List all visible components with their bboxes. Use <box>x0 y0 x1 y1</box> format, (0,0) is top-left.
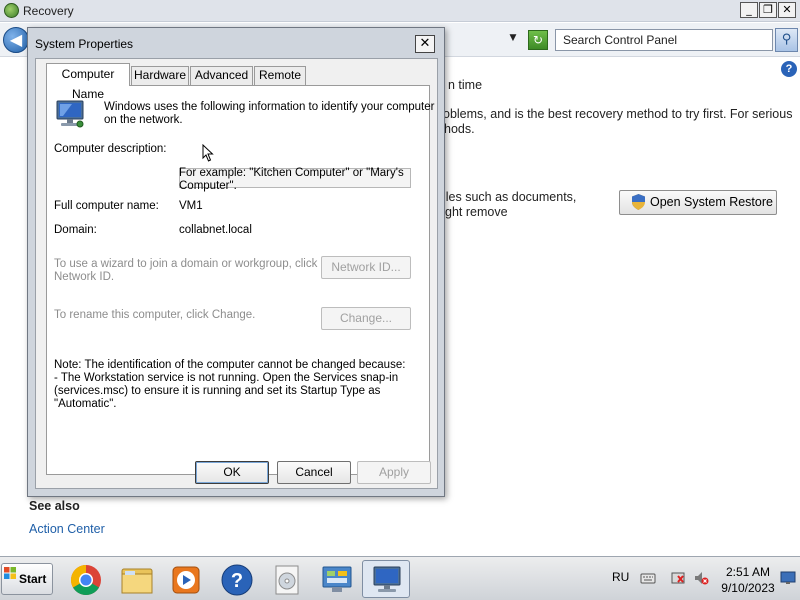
network-id-description: To use a wizard to join a domain or work… <box>54 258 318 270</box>
ok-button[interactable]: OK <box>195 461 269 484</box>
clock-time[interactable]: 2:51 AM <box>722 565 774 579</box>
search-icon[interactable]: ⚲ <box>775 28 798 52</box>
control-panel-icon[interactable] <box>312 560 360 598</box>
rename-description: To rename this computer, click Change. <box>54 309 256 321</box>
refresh-icon[interactable]: ↻ <box>528 30 548 50</box>
example-text: For example: "Kitchen Computer" or "Mary… <box>179 167 404 179</box>
action-center-flag-icon[interactable] <box>670 570 686 586</box>
example-text: Computer". <box>179 180 237 192</box>
uac-shield-icon <box>632 194 645 210</box>
close-button[interactable]: ✕ <box>778 2 796 18</box>
network-id-description: Network ID. <box>54 271 115 283</box>
tab-hardware[interactable]: Hardware <box>131 66 189 85</box>
search-input[interactable]: Search Control Panel <box>555 29 773 51</box>
keyboard-icon[interactable] <box>640 570 656 586</box>
help-support-icon[interactable]: ? <box>212 560 260 598</box>
media-player-icon[interactable] <box>161 560 209 598</box>
domain-label: Domain: <box>54 224 97 236</box>
clock-date[interactable]: 9/10/2023 <box>718 581 778 595</box>
dialog-title: System Properties <box>35 37 134 51</box>
tab-computer-name[interactable]: Computer Name <box>46 63 130 101</box>
help-icon[interactable]: ? <box>781 61 797 77</box>
recovery-text-line: ght remove <box>445 205 508 219</box>
intro-text: Windows uses the following information t… <box>104 101 435 113</box>
system-properties-icon[interactable] <box>362 560 410 598</box>
file-explorer-icon[interactable] <box>112 560 160 598</box>
tab-remote[interactable]: Remote <box>254 66 306 85</box>
network-id-button[interactable]: Network ID... <box>321 256 411 279</box>
see-also-heading: See also <box>29 499 80 513</box>
back-arrow-icon[interactable]: ◀ <box>3 27 29 53</box>
chevron-down-icon[interactable]: ▼ <box>507 33 519 45</box>
computer-description-label: Computer description: <box>54 143 167 155</box>
intro-text: on the network. <box>104 114 183 126</box>
full-computer-name-label: Full computer name: <box>54 200 159 212</box>
svg-text:?: ? <box>231 570 243 592</box>
note-text: "Automatic". <box>54 398 117 410</box>
recovery-text-line: iles such as documents, <box>443 190 577 204</box>
windows-logo-icon <box>4 567 16 579</box>
taskbar: Start ? RU 2:51 AM 9/10/2023 <box>0 556 800 600</box>
disc-icon[interactable] <box>262 560 310 598</box>
apply-button[interactable]: Apply <box>357 461 431 484</box>
dialog-body: Computer Name Hardware Advanced Remote W… <box>35 58 438 489</box>
recovery-text-line: oblems, and is the best recovery method … <box>443 107 793 121</box>
recovery-title-bar: Recovery _ ❐ ✕ <box>0 0 800 22</box>
note-text: - The Workstation service is not running… <box>54 372 399 384</box>
window-title: Recovery <box>23 4 74 18</box>
recovery-text-line: hods. <box>444 122 475 136</box>
full-computer-name-value: VM1 <box>179 200 203 212</box>
recovery-icon <box>4 3 19 18</box>
recovery-text-line: n time <box>448 78 483 92</box>
note-text: Note: The identification of the computer… <box>54 359 406 371</box>
domain-value: collabnet.local <box>179 224 252 236</box>
change-button[interactable]: Change... <box>321 307 411 330</box>
mouse-pointer-icon <box>202 144 214 162</box>
cancel-button[interactable]: Cancel <box>277 461 351 484</box>
monitor-icon[interactable] <box>780 570 796 586</box>
note-text: (services.msc) to ensure it is running a… <box>54 385 381 397</box>
dialog-close-button[interactable]: ✕ <box>415 35 435 53</box>
volume-muted-icon[interactable] <box>693 570 709 586</box>
tab-advanced[interactable]: Advanced <box>190 66 253 85</box>
language-indicator[interactable]: RU <box>612 570 629 584</box>
chrome-icon[interactable] <box>61 560 109 598</box>
system-properties-dialog: System Properties ✕ Computer Name Hardwa… <box>27 27 445 497</box>
minimize-button[interactable]: _ <box>740 2 758 18</box>
restore-button[interactable]: ❐ <box>759 2 777 18</box>
action-center-link[interactable]: Action Center <box>29 522 105 536</box>
